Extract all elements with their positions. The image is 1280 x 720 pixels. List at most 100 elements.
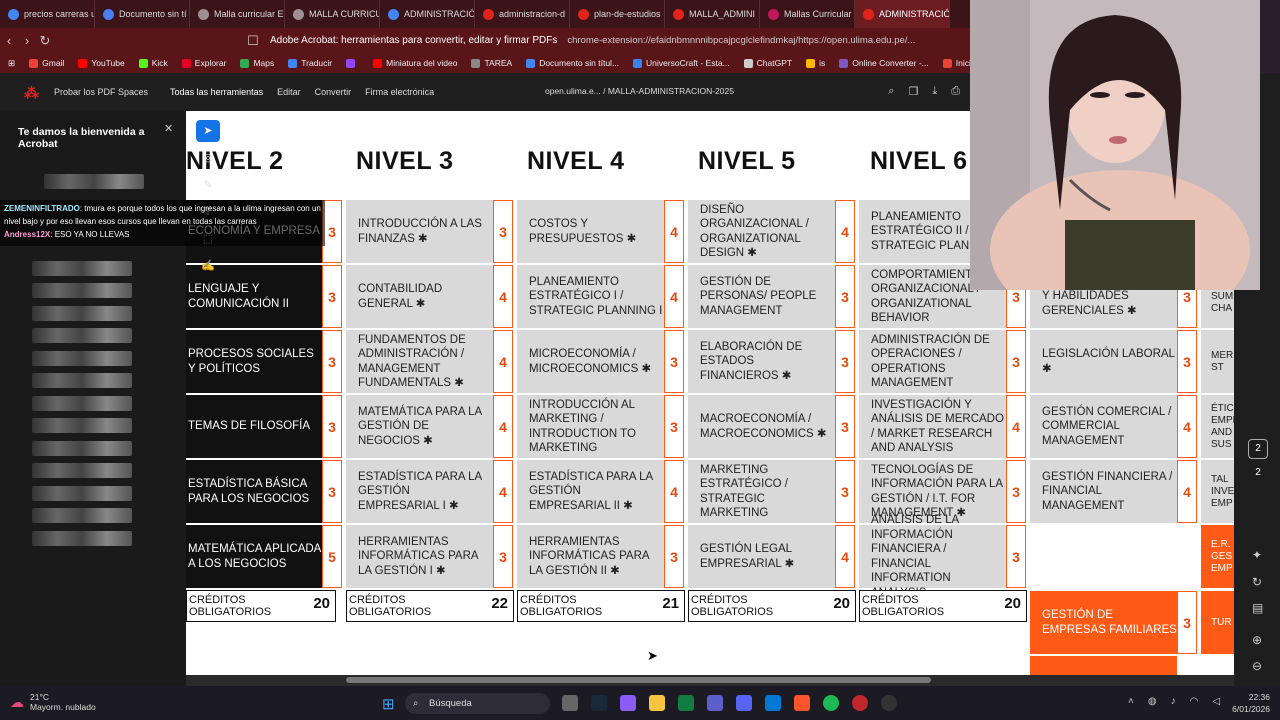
forward-icon[interactable]: › — [18, 33, 36, 48]
bookmark-item[interactable]: is — [806, 57, 826, 69]
browser-tab[interactable]: administracion-d — [475, 0, 570, 28]
chat-overlay: ZEMENINFILTRADO: tmura es porque todos l… — [0, 200, 325, 246]
copilot-icon[interactable] — [620, 695, 636, 711]
bookmark-item[interactable]: Inicia sesión: Cuen — [942, 58, 970, 69]
bookmark-item[interactable]: Miniatura del video — [373, 58, 457, 69]
chat-user: ZEMENINFILTRADO — [4, 204, 80, 213]
credit-badge: 3 — [322, 330, 342, 393]
page-title[interactable]: Adobe Acrobat: herramientas para convert… — [270, 35, 557, 46]
menu-convert[interactable]: Convertir — [315, 87, 352, 97]
course-cell: ANÁLISIS DE LA INFORMACIÓN FINANCIERA / … — [859, 514, 1006, 599]
back-icon[interactable]: ‹ — [0, 33, 18, 48]
volume-icon[interactable]: ◁ — [1212, 696, 1220, 707]
course-name: GESTIÓN FINANCIERA / FINANCIAL MANAGEMEN… — [1042, 470, 1173, 512]
bookmark-label: UniversoCraft - Esta... — [646, 57, 730, 68]
blurred-item — [32, 306, 132, 321]
bookmark-favicon-icon — [240, 59, 250, 69]
bookmark-item[interactable]: Traducir — [288, 58, 332, 69]
close-icon[interactable]: ✕ — [164, 122, 173, 135]
zoom-in-icon[interactable]: ⊕ — [1252, 633, 1262, 647]
download-icon[interactable]: ⤓ — [932, 85, 937, 98]
url-field[interactable]: chrome-extension://efaidnbmnnnibpcajpcgl… — [567, 35, 915, 46]
browser-tab[interactable]: plan-de-estudios — [570, 0, 665, 28]
taskbar-search[interactable]: ⌕ Búsqueda — [405, 693, 550, 714]
bookmark-item[interactable]: Maps — [240, 58, 274, 69]
select-cursor-icon[interactable]: ➤ — [196, 120, 220, 142]
teams-icon[interactable] — [707, 695, 723, 711]
chevron-up-icon[interactable]: ˄ — [1128, 696, 1134, 707]
brave-icon[interactable] — [794, 695, 810, 711]
horizontal-scrollbar[interactable] — [186, 675, 1234, 686]
acrobat-logo-icon[interactable]: ⁂ — [24, 84, 39, 102]
windows-start-icon[interactable]: ⊞ — [382, 695, 395, 713]
credits-label: CRÉDITOS OBLIGATORIOS — [862, 594, 945, 618]
file-explorer-icon[interactable] — [649, 695, 665, 711]
bookmark-item[interactable]: ChatGPT — [743, 58, 792, 69]
browser-tab[interactable]: precios carreras u — [0, 0, 95, 28]
bookmark-label: is — [819, 57, 826, 68]
menu-edit[interactable]: Editar — [277, 87, 301, 97]
mail-icon[interactable] — [765, 695, 781, 711]
browser-tab[interactable]: MALLA CURRICU — [285, 0, 380, 28]
browser-tab[interactable]: Mallas Curricular — [760, 0, 855, 28]
bookmark-item[interactable]: Gmail — [29, 58, 64, 69]
clock[interactable]: 22:36 6/01/2026 — [1232, 691, 1270, 715]
scroll-thumb[interactable] — [346, 677, 931, 683]
mic-icon[interactable]: ♪ — [1171, 696, 1176, 707]
bookmark-item[interactable] — [346, 58, 359, 69]
task-view-icon[interactable] — [562, 695, 578, 711]
pdf-spaces-button[interactable]: Probar los PDF Spaces — [54, 87, 148, 97]
blurred-item — [32, 261, 132, 276]
bookmark-item[interactable]: YouTube — [78, 58, 125, 69]
blurred-item — [32, 508, 132, 523]
browser-tab[interactable]: ADMINISTRACIÓ — [380, 0, 475, 28]
course-cell: PROCESOS SOCIALES Y POLÍTICOS — [186, 330, 322, 393]
credit-badge: 3 — [322, 200, 342, 263]
credit-badge: 3 — [493, 525, 513, 588]
menu-esign[interactable]: Firma electrónica — [365, 87, 434, 97]
bookmark-star-icon[interactable]: ☐ — [244, 33, 262, 49]
bookmark-item[interactable]: Online Converter -... — [839, 58, 929, 69]
file-name[interactable]: open.ulima.e... / MALLA-ADMINISTRACION-2… — [545, 86, 734, 96]
bookmark-favicon-icon — [942, 59, 952, 69]
ai-assistant-icon[interactable]: ✦ — [1252, 548, 1262, 562]
app-icon[interactable] — [852, 695, 868, 711]
browser-tab[interactable]: Malla curricular E — [190, 0, 285, 28]
obs-icon[interactable] — [881, 695, 897, 711]
steam-icon[interactable] — [591, 695, 607, 711]
refresh-icon[interactable]: ↻ — [1252, 575, 1262, 589]
credit-badge: 3 — [322, 460, 342, 523]
blurred-item — [32, 441, 132, 456]
menu-all-tools[interactable]: Todas las herramientas — [170, 87, 263, 97]
chat-message: ZEMENINFILTRADO: tmura es porque todos l… — [4, 202, 321, 228]
spotify-icon[interactable] — [823, 695, 839, 711]
weather-widget[interactable]: ☁ 21°C Mayorm. nublado — [10, 692, 96, 712]
browser-tab[interactable]: Documento sin tí — [95, 0, 190, 28]
bookmark-item[interactable]: Kick — [138, 58, 168, 69]
page-number[interactable]: 2 — [1248, 439, 1268, 459]
credit-badge: 3 — [322, 395, 342, 458]
print-icon[interactable]: ⎙ — [951, 85, 960, 98]
draw-icon[interactable]: ✎ — [196, 174, 220, 196]
document-icon[interactable]: ▤ — [1252, 601, 1263, 615]
course-name: LENGUAJE Y COMUNICACIÓN II — [188, 283, 289, 310]
excel-icon[interactable] — [678, 695, 694, 711]
bookmark-item[interactable]: Documento sin títul... — [526, 58, 619, 69]
apps-grid-icon[interactable]: ⊞ — [8, 58, 15, 69]
sign-icon[interactable]: ✍ — [196, 255, 220, 277]
browser-tab[interactable]: MALLA_ADMINI — [665, 0, 760, 28]
browser-tab[interactable]: ADMINISTRACIÓ — [855, 0, 950, 28]
bookmark-item[interactable]: UniversoCraft - Esta... — [633, 57, 730, 69]
zoom-out-icon[interactable]: ⊖ — [1252, 659, 1262, 673]
bookmark-item[interactable]: Explorar — [181, 58, 226, 69]
pages-icon[interactable]: ❐ — [908, 85, 918, 98]
reload-icon[interactable]: ↻ — [36, 33, 54, 49]
credit-badge: 4 — [835, 525, 855, 588]
discord-icon[interactable] — [736, 695, 752, 711]
comment-icon[interactable]: ◎ — [196, 147, 220, 169]
wifi-icon[interactable]: ◠ — [1190, 696, 1199, 707]
tab-favicon-icon — [673, 8, 684, 20]
bookmark-item[interactable]: TAREA — [471, 58, 512, 69]
search-icon[interactable]: ⌕ — [888, 85, 894, 98]
network-icon[interactable]: ◍ — [1148, 696, 1157, 707]
